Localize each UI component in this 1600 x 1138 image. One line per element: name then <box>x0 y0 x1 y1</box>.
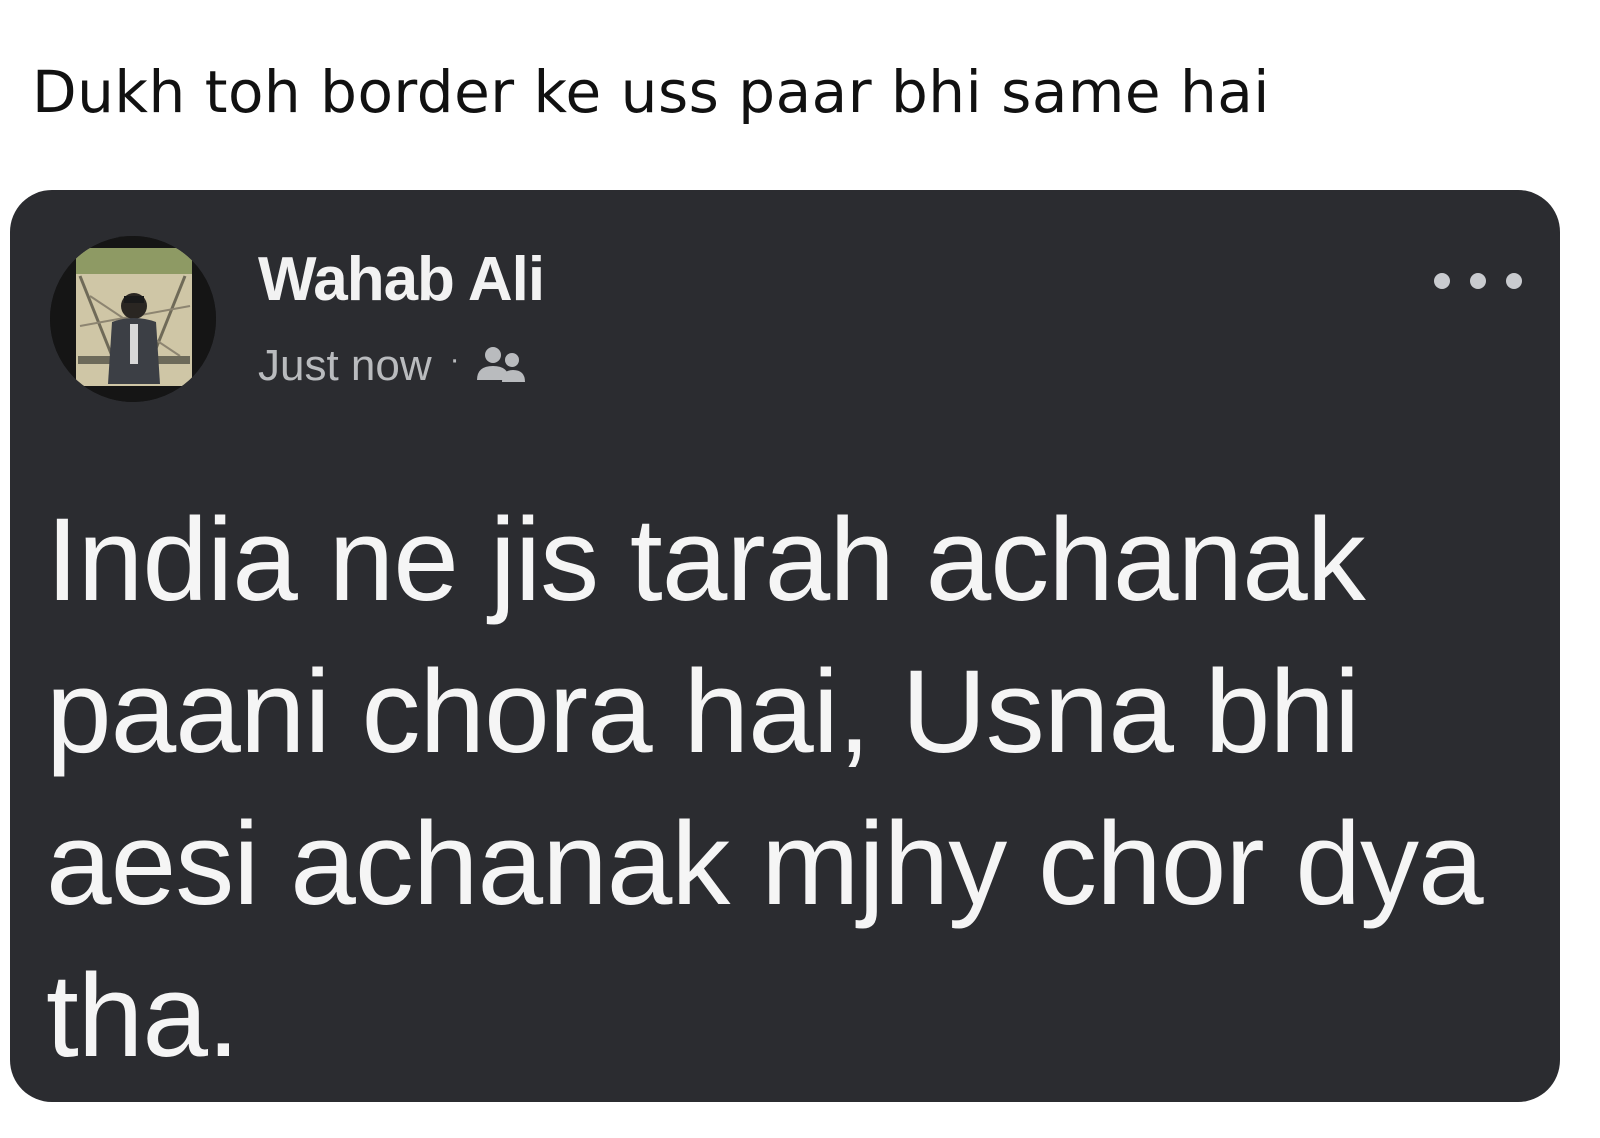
post-timestamp[interactable]: Just now <box>258 338 432 394</box>
meta-separator: · <box>449 343 460 376</box>
author-avatar[interactable] <box>50 236 216 402</box>
author-name[interactable]: Wahab Ali <box>258 242 545 318</box>
post-meta: Just now · <box>258 338 528 394</box>
avatar-photo <box>50 236 216 402</box>
more-options-icon[interactable] <box>1434 266 1522 296</box>
meme-caption: Dukh toh border ke uss paar bhi same hai <box>32 58 1270 126</box>
more-dot <box>1434 273 1450 289</box>
post-body-text: India ne jis tarah achanak paani chora h… <box>46 494 1484 1082</box>
more-dot <box>1506 273 1522 289</box>
facebook-post-card: Wahab Ali Just now · India ne jis tarah … <box>10 190 1560 1102</box>
friends-icon[interactable] <box>474 344 528 388</box>
more-dot <box>1470 273 1486 289</box>
